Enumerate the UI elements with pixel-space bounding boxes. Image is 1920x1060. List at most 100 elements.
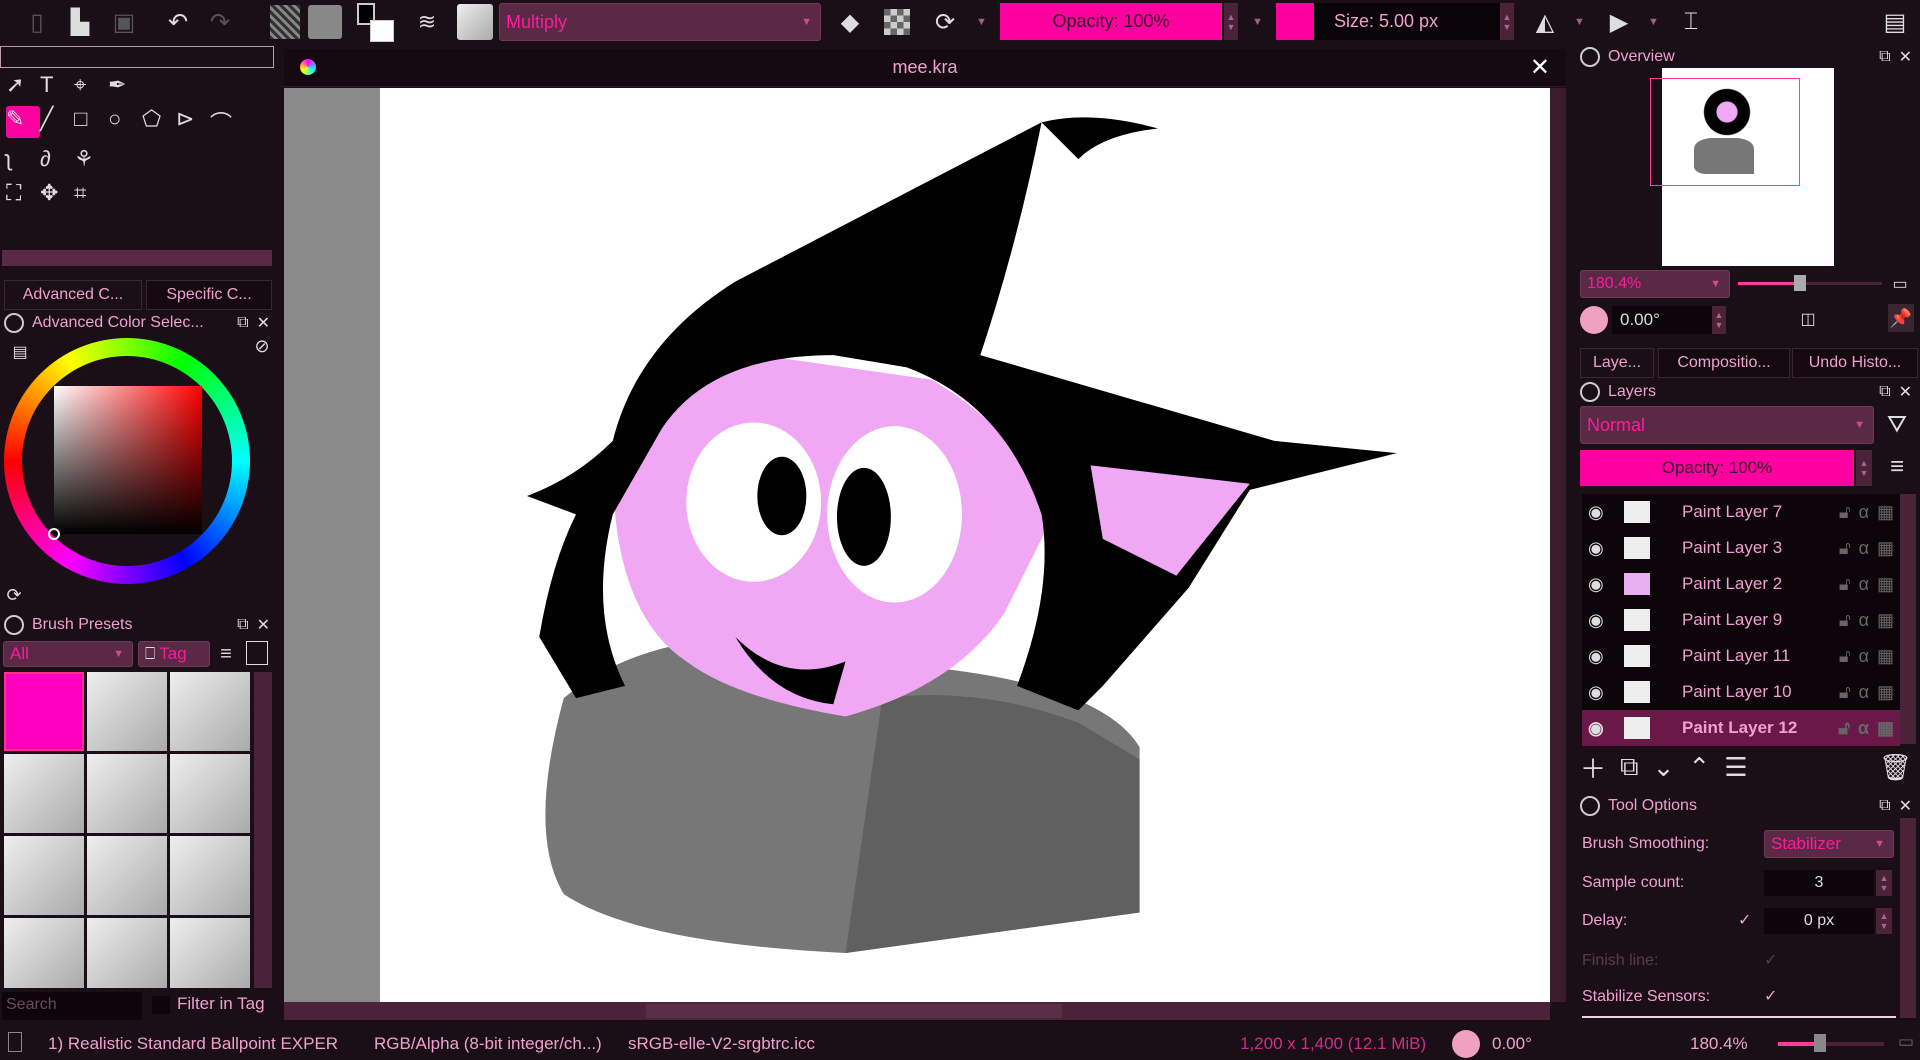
layer-opacity-slider[interactable]: Opacity: 100% <box>1580 450 1854 486</box>
eye-icon[interactable]: ◉ <box>1588 610 1612 631</box>
alpha-icon[interactable]: α <box>1859 538 1869 559</box>
select-tool-icon[interactable]: ➚ <box>6 72 40 98</box>
brush-preset[interactable] <box>4 754 84 833</box>
rotation-dial[interactable] <box>1580 306 1608 334</box>
lock-icon[interactable] <box>4 615 24 635</box>
lock-icon[interactable]: 🔓︎ <box>1839 574 1851 595</box>
horizontal-scrollbar[interactable] <box>284 1002 1550 1020</box>
vertical-scrollbar[interactable] <box>1550 88 1566 1002</box>
wrap-around-icon[interactable]: ⌶ <box>1676 6 1706 38</box>
float-icon[interactable]: ⧉ <box>237 314 248 332</box>
eraser-icon[interactable]: ◆ <box>836 8 864 36</box>
chevron-down-icon[interactable]: ▼ <box>1648 16 1659 28</box>
brush-preset[interactable] <box>87 918 167 988</box>
float-icon[interactable]: ⧉ <box>237 616 248 634</box>
lock-icon[interactable]: 🔓︎ <box>1838 718 1850 739</box>
redo-icon[interactable]: ↷ <box>206 8 234 36</box>
brush-preset[interactable] <box>87 672 167 751</box>
layer-row[interactable]: ◉ Paint Layer 2 🔓︎ α ▦ <box>1582 566 1900 602</box>
inherit-alpha-icon[interactable]: ▦ <box>1877 574 1894 595</box>
brush-presets-scrollbar[interactable] <box>254 672 272 988</box>
layout-icon[interactable] <box>246 641 268 665</box>
transform-tool-icon[interactable]: ⛶ <box>6 180 40 206</box>
pattern-preset-button[interactable] <box>308 5 342 39</box>
menu-icon[interactable]: ≡ <box>214 641 238 667</box>
tab-undo-history[interactable]: Undo Histo... <box>1792 348 1918 378</box>
rotation-input[interactable]: 0.00° <box>1612 306 1712 334</box>
lock-icon[interactable]: 🔓︎ <box>1839 538 1851 559</box>
rotation-dial-icon[interactable] <box>1452 1030 1480 1058</box>
brush-preset[interactable] <box>170 836 250 915</box>
chevron-down-icon[interactable]: ▼ <box>976 16 987 28</box>
float-icon[interactable]: ⧉ <box>1879 797 1890 815</box>
alpha-icon[interactable]: α <box>1859 682 1869 703</box>
layer-opacity-spinner[interactable]: ▲ ▼ <box>1856 450 1872 486</box>
lock-icon[interactable] <box>1580 796 1600 816</box>
alpha-icon[interactable]: α <box>1858 718 1869 739</box>
add-layer-icon[interactable]: ＋ <box>1580 749 1606 786</box>
open-folder-icon[interactable]: ▙ <box>66 8 94 36</box>
background-color-swatch[interactable] <box>370 20 394 42</box>
toolbox-scrollbar[interactable] <box>2 250 272 266</box>
drawing-canvas[interactable] <box>380 88 1550 1002</box>
layer-row-selected[interactable]: ◉ Paint Layer 12 🔓︎ α ▦ <box>1582 710 1900 746</box>
layer-blend-mode-select[interactable]: Normal ▼ <box>1580 406 1874 444</box>
inherit-alpha-icon[interactable]: ▦ <box>1877 610 1894 631</box>
status-zoom-slider[interactable] <box>1778 1042 1884 1046</box>
chevron-down-icon[interactable]: ▼ <box>1574 16 1585 28</box>
move-layer-up-icon[interactable]: ⌃ <box>1688 752 1710 783</box>
move-tool-icon[interactable]: ✥ <box>40 180 74 206</box>
alpha-icon[interactable]: α <box>1859 646 1869 667</box>
gradient-preset-button[interactable] <box>270 5 300 39</box>
layer-row[interactable]: ◉ Paint Layer 10 🔓︎ α ▦ <box>1582 674 1900 710</box>
stabilize-sensors-checkbox[interactable]: ✓ <box>1764 986 1777 1006</box>
tab-compositions[interactable]: Compositio... <box>1658 348 1790 378</box>
status-color-space[interactable]: RGB/Alpha (8-bit integer/ch...) <box>374 1034 602 1054</box>
alpha-icon[interactable]: α <box>1859 502 1869 523</box>
finish-line-checkbox[interactable]: ✓ <box>1764 950 1777 970</box>
layer-properties-icon[interactable]: ☰ <box>1724 752 1747 783</box>
blend-mode-select[interactable]: Multiply ▼ <box>499 3 821 41</box>
inherit-alpha-icon[interactable]: ▦ <box>1877 682 1894 703</box>
polyline-tool-icon[interactable]: ⊳ <box>176 106 210 138</box>
opacity-spinner[interactable]: ▲ ▼ <box>1224 3 1238 40</box>
rotation-spinner[interactable]: ▲ ▼ <box>1712 306 1726 334</box>
lock-icon[interactable]: 🔓︎ <box>1839 502 1851 523</box>
zoom-slider[interactable] <box>1738 275 1882 291</box>
inherit-alpha-icon[interactable]: ▦ <box>1877 646 1894 667</box>
mirror-view-icon[interactable]: ◫ <box>1798 306 1818 332</box>
lock-icon[interactable]: 🔓︎ <box>1839 682 1851 703</box>
alpha-icon[interactable]: α <box>1859 574 1869 595</box>
close-icon[interactable]: ✕ <box>1899 47 1912 67</box>
slider-handle[interactable] <box>1794 275 1806 291</box>
line-tool-icon[interactable]: ╱ <box>40 106 74 138</box>
close-document-icon[interactable]: ✕ <box>1530 53 1550 82</box>
alpha-icon[interactable]: α <box>1859 610 1869 631</box>
float-icon[interactable]: ⧉ <box>1879 383 1890 401</box>
color-picker-handle[interactable] <box>48 528 60 540</box>
layer-row[interactable]: ◉ Paint Layer 7 🔓︎ α ▦ <box>1582 494 1900 530</box>
brush-preset[interactable] <box>170 918 250 988</box>
slider-handle[interactable] <box>1814 1034 1826 1052</box>
layer-row[interactable]: ◉ Paint Layer 11 🔓︎ α ▦ <box>1582 638 1900 674</box>
workspace-icon[interactable]: ▤ <box>1880 6 1910 38</box>
scrollbar-thumb[interactable] <box>646 1004 1062 1018</box>
rectangle-tool-icon[interactable]: □ <box>74 106 108 138</box>
multibrush-tool-icon[interactable]: ⚘ <box>74 146 108 172</box>
brush-preset[interactable] <box>170 754 250 833</box>
lock-icon[interactable] <box>1580 382 1600 402</box>
delay-input[interactable]: 0 px <box>1764 908 1874 934</box>
mirror-vertical-icon[interactable]: ▶ <box>1604 6 1634 38</box>
saturation-value-square[interactable] <box>54 386 202 534</box>
zoom-select[interactable]: 180.4% ▼ <box>1580 270 1730 298</box>
layer-row[interactable]: ◉ Paint Layer 3 🔓︎ α ▦ <box>1582 530 1900 566</box>
chevron-down-icon[interactable]: ▼ <box>1252 16 1263 28</box>
canvas-viewport[interactable] <box>284 88 1550 1002</box>
delay-checkbox[interactable]: ✓ <box>1738 910 1751 930</box>
undo-icon[interactable]: ↶ <box>164 8 192 36</box>
size-spinner[interactable]: ▲ ▼ <box>1500 3 1514 40</box>
save-icon[interactable]: ▣ <box>110 8 138 36</box>
layers-scrollbar[interactable] <box>1900 494 1916 744</box>
size-slider-fill[interactable] <box>1276 3 1314 40</box>
eye-icon[interactable]: ◉ <box>1588 718 1612 739</box>
